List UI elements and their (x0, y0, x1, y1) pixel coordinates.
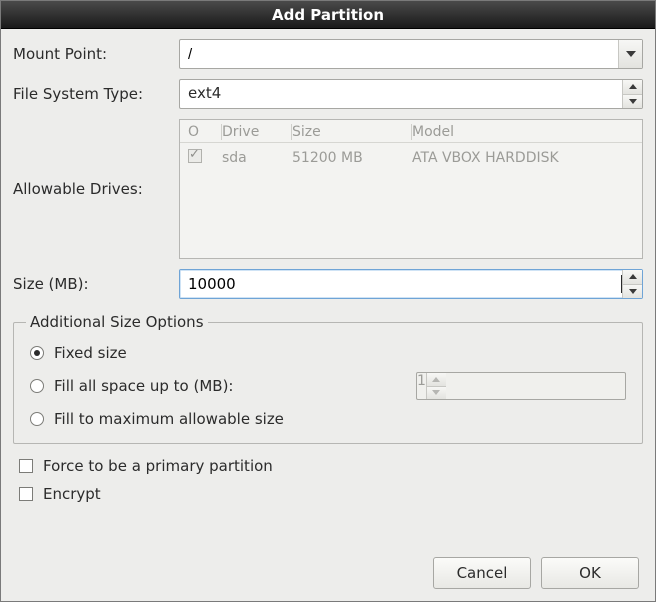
allowable-drives-list[interactable]: O Drive Size Model sda 51200 MB ATA VBOX… (179, 119, 643, 259)
fill-up-to-up-button (427, 373, 446, 386)
fs-type-value: ext4 (180, 80, 622, 108)
chevron-down-icon (629, 289, 637, 294)
radio-fill-max[interactable] (30, 412, 44, 426)
chevron-up-icon (629, 274, 637, 279)
drive-row-checkbox[interactable] (188, 149, 202, 163)
force-primary-label: Force to be a primary partition (43, 457, 273, 475)
encrypt-label: Encrypt (43, 485, 101, 503)
mount-point-combobox[interactable] (179, 39, 643, 69)
chevron-down-icon (626, 51, 636, 57)
drive-row-model: ATA VBOX HARDDISK (412, 150, 634, 166)
encrypt-checkbox[interactable] (19, 487, 33, 501)
window-title: Add Partition (272, 6, 384, 24)
radio-fill-up-to-row[interactable]: Fill all space up to (MB): 1 (26, 367, 630, 405)
radio-fill-max-label: Fill to maximum allowable size (54, 410, 284, 428)
ok-button[interactable]: OK (541, 557, 639, 589)
size-spinbox[interactable] (179, 269, 643, 299)
fill-up-to-down-button (427, 386, 446, 400)
force-primary-checkbox[interactable] (19, 459, 33, 473)
size-down-button[interactable] (623, 284, 642, 299)
size-up-button[interactable] (623, 270, 642, 284)
size-options-legend: Additional Size Options (26, 313, 208, 331)
chevron-up-icon (432, 377, 440, 382)
fs-type-down-button[interactable] (623, 94, 642, 109)
drives-header-drive: Drive (222, 124, 292, 140)
add-partition-dialog: Add Partition Mount Point: File System T… (0, 0, 656, 602)
dialog-content: Mount Point: File System Type: ext4 Allo… (1, 29, 655, 601)
drives-header-size: Size (292, 124, 412, 140)
drive-row-name: sda (222, 150, 292, 166)
chevron-up-icon (629, 84, 637, 89)
chevron-down-icon (432, 390, 440, 395)
fs-type-combobox[interactable]: ext4 (179, 79, 643, 109)
size-input[interactable] (180, 270, 622, 298)
cancel-button[interactable]: Cancel (433, 557, 531, 589)
additional-size-options-group: Additional Size Options Fixed size Fill … (13, 313, 643, 444)
fs-type-up-button[interactable] (623, 80, 642, 94)
radio-fill-max-row[interactable]: Fill to maximum allowable size (26, 405, 630, 433)
drives-header-model: Model (412, 124, 634, 140)
fill-up-to-value: 1 (417, 373, 426, 399)
allowable-drives-label: Allowable Drives: (13, 180, 173, 198)
drive-row-size: 51200 MB (292, 150, 412, 166)
titlebar: Add Partition (1, 1, 655, 29)
encrypt-row[interactable]: Encrypt (13, 480, 643, 508)
fs-type-label: File System Type: (13, 85, 173, 103)
radio-fill-up-to[interactable] (30, 379, 44, 393)
chevron-down-icon (629, 99, 637, 104)
fill-up-to-spinbox: 1 (416, 372, 626, 400)
force-primary-row[interactable]: Force to be a primary partition (13, 452, 643, 480)
drives-header: O Drive Size Model (180, 120, 642, 143)
size-label: Size (MB): (13, 275, 173, 293)
drives-header-checkbox: O (188, 124, 222, 140)
button-bar: Cancel OK (13, 549, 643, 595)
radio-fixed-size[interactable] (30, 346, 44, 360)
mount-point-label: Mount Point: (13, 45, 173, 63)
radio-fill-up-to-label: Fill all space up to (MB): (54, 377, 234, 395)
drive-row[interactable]: sda 51200 MB ATA VBOX HARDDISK (180, 143, 642, 173)
radio-fixed-size-label: Fixed size (54, 344, 127, 362)
radio-fixed-size-row[interactable]: Fixed size (26, 339, 630, 367)
mount-point-input[interactable] (180, 40, 618, 68)
mount-point-dropdown-button[interactable] (618, 40, 642, 68)
